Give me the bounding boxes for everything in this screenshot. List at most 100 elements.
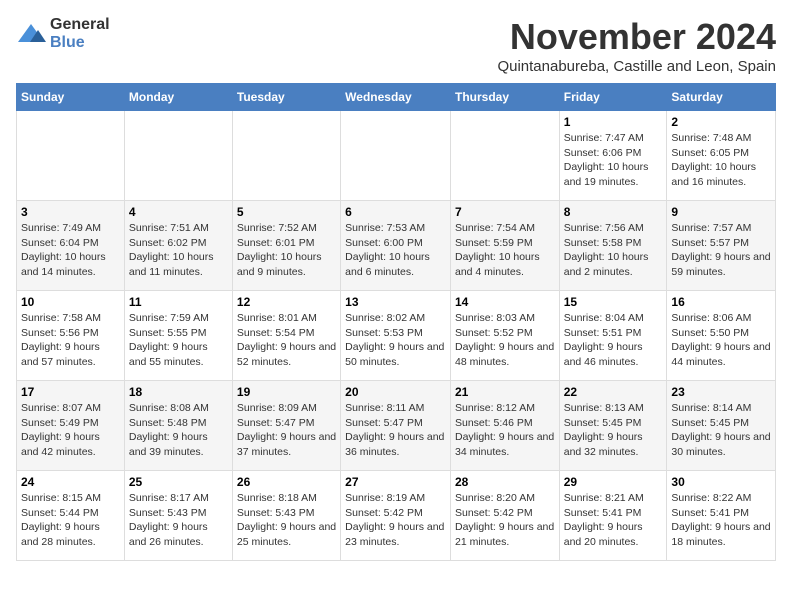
- day-number: 8: [564, 205, 663, 219]
- calendar-week-0: 1 Sunrise: 7:47 AM Sunset: 6:06 PM Daylig…: [17, 111, 776, 201]
- day-info: Sunrise: 7:49 AM Sunset: 6:04 PM Dayligh…: [21, 221, 120, 280]
- day-number: 5: [237, 205, 336, 219]
- page-header: General Blue November 2024 Quintanabureb…: [16, 16, 776, 75]
- day-number: 19: [237, 385, 336, 399]
- calendar-cell: 7 Sunrise: 7:54 AM Sunset: 5:59 PM Daylig…: [450, 201, 559, 291]
- month-title: November 2024: [497, 16, 776, 58]
- calendar-cell: 14 Sunrise: 8:03 AM Sunset: 5:52 PM Dayli…: [450, 291, 559, 381]
- day-number: 2: [671, 115, 771, 129]
- calendar-cell: 23 Sunrise: 8:14 AM Sunset: 5:45 PM Dayli…: [667, 381, 776, 471]
- calendar-cell: 2Sunrise: 7:48 AM Sunset: 6:05 PM Daylig…: [667, 111, 776, 201]
- day-number: 13: [345, 295, 446, 309]
- day-number: 6: [345, 205, 446, 219]
- day-number: 9: [671, 205, 771, 219]
- day-number: 14: [455, 295, 555, 309]
- day-number: 24: [21, 475, 120, 489]
- logo-text-general: General: [50, 16, 110, 33]
- calendar-cell: 29Sunrise: 8:21 AM Sunset: 5:41 PM Dayli…: [559, 471, 667, 561]
- day-number: 22: [564, 385, 663, 399]
- day-info: Sunrise: 8:11 AM Sunset: 5:47 PM Dayligh…: [345, 401, 446, 460]
- day-info: Sunrise: 8:03 AM Sunset: 5:52 PM Dayligh…: [455, 311, 555, 370]
- day-info: Sunrise: 8:07 AM Sunset: 5:49 PM Dayligh…: [21, 401, 120, 460]
- calendar-cell: 16 Sunrise: 8:06 AM Sunset: 5:50 PM Dayli…: [667, 291, 776, 381]
- calendar-table: SundayMondayTuesdayWednesdayThursdayFrid…: [16, 83, 776, 561]
- day-number: 30: [671, 475, 771, 489]
- day-info: Sunrise: 8:17 AM Sunset: 5:43 PM Dayligh…: [129, 491, 228, 550]
- day-number: 4: [129, 205, 228, 219]
- day-number: 21: [455, 385, 555, 399]
- calendar-cell: [232, 111, 340, 201]
- day-number: 10: [21, 295, 120, 309]
- calendar-cell: 8 Sunrise: 7:56 AM Sunset: 5:58 PM Daylig…: [559, 201, 667, 291]
- logo: General Blue: [16, 16, 110, 52]
- day-info: Sunrise: 8:04 AM Sunset: 5:51 PM Dayligh…: [564, 311, 663, 370]
- day-number: 16: [671, 295, 771, 309]
- calendar-cell: [124, 111, 232, 201]
- day-info: Sunrise: 8:13 AM Sunset: 5:45 PM Dayligh…: [564, 401, 663, 460]
- calendar-cell: 30 Sunrise: 8:22 AM Sunset: 5:41 PM Dayli…: [667, 471, 776, 561]
- header-wednesday: Wednesday: [341, 84, 451, 111]
- calendar-cell: 6 Sunrise: 7:53 AM Sunset: 6:00 PM Daylig…: [341, 201, 451, 291]
- calendar-cell: 21 Sunrise: 8:12 AM Sunset: 5:46 PM Dayli…: [450, 381, 559, 471]
- calendar-cell: [17, 111, 125, 201]
- day-info: Sunrise: 8:22 AM Sunset: 5:41 PM Dayligh…: [671, 491, 771, 550]
- day-number: 25: [129, 475, 228, 489]
- calendar-cell: 12 Sunrise: 8:01 AM Sunset: 5:54 PM Dayli…: [232, 291, 340, 381]
- day-number: 26: [237, 475, 336, 489]
- header-thursday: Thursday: [450, 84, 559, 111]
- calendar-week-4: 24 Sunrise: 8:15 AM Sunset: 5:44 PM Dayli…: [17, 471, 776, 561]
- day-info: Sunrise: 7:56 AM Sunset: 5:58 PM Dayligh…: [564, 221, 663, 280]
- day-info: Sunrise: 7:54 AM Sunset: 5:59 PM Dayligh…: [455, 221, 555, 280]
- day-number: 17: [21, 385, 120, 399]
- day-info: Sunrise: 8:01 AM Sunset: 5:54 PM Dayligh…: [237, 311, 336, 370]
- day-info: Sunrise: 8:12 AM Sunset: 5:46 PM Dayligh…: [455, 401, 555, 460]
- header-saturday: Saturday: [667, 84, 776, 111]
- logo-text-blue: Blue: [50, 34, 85, 51]
- day-number: 7: [455, 205, 555, 219]
- day-info: Sunrise: 8:02 AM Sunset: 5:53 PM Dayligh…: [345, 311, 446, 370]
- calendar-cell: 27Sunrise: 8:19 AM Sunset: 5:42 PM Dayli…: [341, 471, 451, 561]
- day-number: 1: [564, 115, 663, 129]
- calendar-cell: 10 Sunrise: 7:58 AM Sunset: 5:56 PM Dayli…: [17, 291, 125, 381]
- calendar-cell: 1 Sunrise: 7:47 AM Sunset: 6:06 PM Daylig…: [559, 111, 667, 201]
- day-info: Sunrise: 7:57 AM Sunset: 5:57 PM Dayligh…: [671, 221, 771, 280]
- day-info: Sunrise: 7:52 AM Sunset: 6:01 PM Dayligh…: [237, 221, 336, 280]
- day-info: Sunrise: 8:20 AM Sunset: 5:42 PM Dayligh…: [455, 491, 555, 550]
- day-info: Sunrise: 8:14 AM Sunset: 5:45 PM Dayligh…: [671, 401, 771, 460]
- day-number: 18: [129, 385, 228, 399]
- calendar-cell: 24 Sunrise: 8:15 AM Sunset: 5:44 PM Dayli…: [17, 471, 125, 561]
- day-info: Sunrise: 8:15 AM Sunset: 5:44 PM Dayligh…: [21, 491, 120, 550]
- calendar-cell: 11Sunrise: 7:59 AM Sunset: 5:55 PM Dayli…: [124, 291, 232, 381]
- calendar-cell: 22 Sunrise: 8:13 AM Sunset: 5:45 PM Dayli…: [559, 381, 667, 471]
- calendar-cell: 3 Sunrise: 7:49 AM Sunset: 6:04 PM Daylig…: [17, 201, 125, 291]
- day-number: 23: [671, 385, 771, 399]
- title-section: November 2024 Quintanabureba, Castille a…: [497, 16, 776, 75]
- calendar-cell: [341, 111, 451, 201]
- day-info: Sunrise: 8:08 AM Sunset: 5:48 PM Dayligh…: [129, 401, 228, 460]
- day-info: Sunrise: 7:47 AM Sunset: 6:06 PM Dayligh…: [564, 131, 663, 190]
- day-info: Sunrise: 7:59 AM Sunset: 5:55 PM Dayligh…: [129, 311, 228, 370]
- day-number: 12: [237, 295, 336, 309]
- header-sunday: Sunday: [17, 84, 125, 111]
- calendar-cell: 17 Sunrise: 8:07 AM Sunset: 5:49 PM Dayli…: [17, 381, 125, 471]
- calendar-cell: 20Sunrise: 8:11 AM Sunset: 5:47 PM Dayli…: [341, 381, 451, 471]
- day-info: Sunrise: 8:09 AM Sunset: 5:47 PM Dayligh…: [237, 401, 336, 460]
- calendar-cell: 19 Sunrise: 8:09 AM Sunset: 5:47 PM Dayli…: [232, 381, 340, 471]
- calendar-cell: 9 Sunrise: 7:57 AM Sunset: 5:57 PM Daylig…: [667, 201, 776, 291]
- day-info: Sunrise: 8:21 AM Sunset: 5:41 PM Dayligh…: [564, 491, 663, 550]
- day-info: Sunrise: 7:53 AM Sunset: 6:00 PM Dayligh…: [345, 221, 446, 280]
- calendar-cell: 5 Sunrise: 7:52 AM Sunset: 6:01 PM Daylig…: [232, 201, 340, 291]
- day-number: 3: [21, 205, 120, 219]
- logo-icon: [16, 22, 46, 46]
- calendar-cell: 26Sunrise: 8:18 AM Sunset: 5:43 PM Dayli…: [232, 471, 340, 561]
- day-info: Sunrise: 7:51 AM Sunset: 6:02 PM Dayligh…: [129, 221, 228, 280]
- day-number: 15: [564, 295, 663, 309]
- calendar-cell: 25 Sunrise: 8:17 AM Sunset: 5:43 PM Dayli…: [124, 471, 232, 561]
- subtitle: Quintanabureba, Castille and Leon, Spain: [497, 58, 776, 75]
- day-info: Sunrise: 7:58 AM Sunset: 5:56 PM Dayligh…: [21, 311, 120, 370]
- day-info: Sunrise: 8:06 AM Sunset: 5:50 PM Dayligh…: [671, 311, 771, 370]
- header-monday: Monday: [124, 84, 232, 111]
- calendar-week-2: 10 Sunrise: 7:58 AM Sunset: 5:56 PM Dayli…: [17, 291, 776, 381]
- day-info: Sunrise: 8:19 AM Sunset: 5:42 PM Dayligh…: [345, 491, 446, 550]
- calendar-week-1: 3 Sunrise: 7:49 AM Sunset: 6:04 PM Daylig…: [17, 201, 776, 291]
